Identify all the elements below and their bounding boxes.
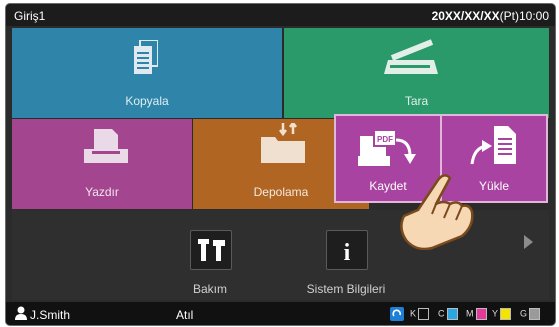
toner-level-bar (500, 308, 512, 320)
refresh-icon[interactable] (390, 307, 404, 321)
toner-level-bar (529, 308, 541, 320)
folder-transfer-icon (261, 123, 305, 163)
status-bar: J.Smith Atıl K C M Y G (6, 302, 555, 325)
toner-level-bar (475, 308, 487, 320)
printer-icon (84, 129, 128, 163)
pdf-badge-text: PDF (377, 135, 393, 144)
screen-title: Giriş1 (14, 9, 46, 23)
maintenance-label: Bakım (192, 282, 227, 296)
date-text: 20XX/XX/XX (431, 9, 500, 23)
user-icon (15, 306, 27, 320)
system-info-label: Sistem Bilgileri (306, 282, 386, 296)
toner-letter: Y (492, 308, 499, 319)
toner-letter: K (410, 308, 417, 319)
top-bar: Giriş1 20XX/XX/XX(Pt)10:00 (6, 4, 555, 26)
toner-level-bar (446, 308, 458, 320)
save-pdf-icon: PDF (358, 129, 416, 166)
machine-status: Atıl (176, 308, 194, 322)
toner-y: Y (492, 308, 512, 320)
print-label: Yazdır (85, 185, 119, 199)
upload-document-icon (470, 126, 516, 165)
scanner-icon (384, 39, 438, 74)
scan-label: Tara (404, 94, 429, 108)
toner-k: K (410, 308, 430, 320)
toner-c: C (438, 308, 458, 320)
control-panel-screen: Giriş1 20XX/XX/XX(Pt)10:00 Kopyala Tara (5, 3, 556, 326)
toner-m: M (466, 308, 487, 320)
maintenance-button[interactable] (190, 230, 232, 270)
copy-icon (134, 40, 158, 74)
time-text: 10:00 (518, 9, 549, 23)
user-name: J.Smith (30, 308, 71, 322)
svg-text:i: i (344, 240, 351, 266)
period-text: (Pt) (499, 9, 519, 23)
next-page-arrow-icon[interactable] (524, 235, 533, 249)
toner-letter: M (466, 308, 474, 319)
system-info-button[interactable]: i (326, 230, 368, 270)
toner-level-bar (418, 308, 430, 320)
pointing-hand-icon (400, 174, 474, 250)
tools-icon (198, 239, 225, 261)
info-icon: i (344, 240, 351, 266)
copy-label: Kopyala (125, 94, 169, 108)
toner-letter: C (438, 308, 445, 319)
toner-letter: G (520, 308, 528, 319)
print-tile[interactable]: Yazdır (12, 119, 192, 209)
copy-tile[interactable]: Kopyala (12, 28, 282, 118)
datetime-display: 20XX/XX/XX(Pt)10:00 (432, 9, 549, 23)
scan-tile[interactable]: Tara (284, 28, 549, 118)
toner-g: G (520, 308, 541, 320)
